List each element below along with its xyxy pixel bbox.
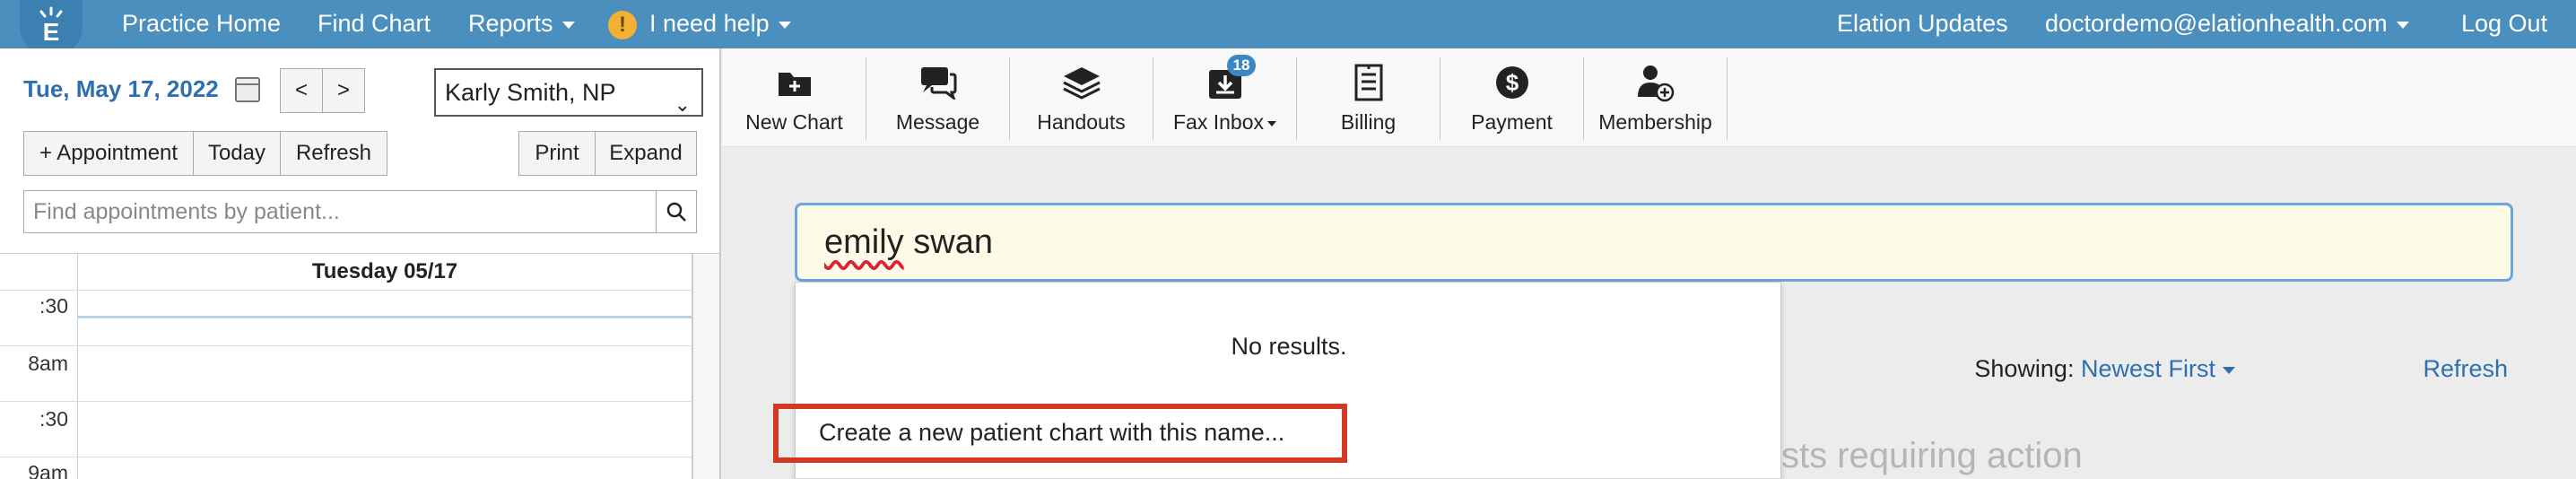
nav-user-menu[interactable]: doctordemo@elationhealth.com bbox=[2045, 0, 2409, 48]
chevron-down-icon: ⌄ bbox=[674, 93, 691, 116]
time-slot[interactable] bbox=[77, 457, 692, 479]
handouts-button[interactable]: Handouts bbox=[1010, 57, 1153, 140]
fax-count-badge: 18 bbox=[1226, 55, 1257, 76]
time-slot-row: 9am bbox=[0, 457, 692, 479]
no-results-message: No results. bbox=[1231, 333, 1347, 360]
time-label: :30 bbox=[39, 407, 68, 431]
svg-text:E: E bbox=[43, 18, 60, 44]
current-date-link[interactable]: Tue, May 17, 2022 bbox=[23, 75, 219, 103]
background-heading: sts requiring action bbox=[1781, 436, 2083, 475]
membership-label: Membership bbox=[1598, 110, 1712, 134]
add-appointment-button[interactable]: + Appointment bbox=[23, 131, 194, 176]
search-text-misspelled: emily bbox=[824, 223, 904, 261]
next-day-button[interactable]: > bbox=[322, 68, 365, 113]
showing-label: Showing: bbox=[1974, 355, 2075, 382]
print-button[interactable]: Print bbox=[518, 131, 596, 176]
appointment-search-input[interactable]: Find appointments by patient... bbox=[23, 190, 657, 233]
fax-inbox-text: Fax Inbox bbox=[1173, 110, 1264, 134]
message-button[interactable]: Message bbox=[866, 57, 1010, 140]
sort-value[interactable]: Newest First bbox=[2081, 355, 2215, 382]
refresh-schedule-button[interactable]: Refresh bbox=[280, 131, 387, 176]
nav-logout[interactable]: Log Out bbox=[2461, 0, 2547, 48]
user-plus-icon bbox=[1636, 62, 1675, 103]
time-slot[interactable] bbox=[77, 402, 692, 457]
billing-label: Billing bbox=[1340, 110, 1397, 134]
search-icon bbox=[666, 202, 686, 222]
chevron-down-icon bbox=[561, 21, 575, 29]
chevron-down-icon bbox=[2396, 21, 2409, 29]
top-nav: E Practice Home Find Chart Reports ! I ne… bbox=[0, 0, 2576, 57]
chevron-down-icon bbox=[2223, 366, 2235, 374]
current-time-line bbox=[78, 316, 692, 318]
nav-find-chart[interactable]: Find Chart bbox=[318, 0, 431, 48]
membership-button[interactable]: Membership bbox=[1584, 57, 1727, 140]
provider-select-value: Karly Smith, NP bbox=[445, 79, 616, 106]
time-slot[interactable] bbox=[77, 346, 692, 402]
billing-button[interactable]: Billing bbox=[1297, 57, 1440, 140]
time-slot[interactable] bbox=[77, 291, 692, 346]
message-icon bbox=[919, 62, 957, 103]
bill-document-icon bbox=[1353, 62, 1385, 103]
stack-icon bbox=[1062, 62, 1101, 103]
scheduler-panel: Tue, May 17, 2022 < > Karly Smith, NP ⌄ … bbox=[0, 48, 721, 479]
time-slot-row: 8am bbox=[0, 345, 692, 402]
payment-label: Payment bbox=[1471, 110, 1553, 134]
nav-reports[interactable]: Reports bbox=[468, 0, 575, 48]
chevron-down-icon bbox=[1267, 120, 1276, 126]
dollar-circle-icon: $ bbox=[1494, 62, 1530, 103]
svg-text:$: $ bbox=[1505, 69, 1519, 96]
nav-elation-updates[interactable]: Elation Updates bbox=[1837, 0, 2008, 48]
time-slot-row: :30 bbox=[0, 401, 692, 457]
nav-practice-home[interactable]: Practice Home bbox=[122, 0, 281, 48]
new-chart-button[interactable]: New Chart bbox=[723, 57, 866, 140]
nav-help-label: I need help bbox=[649, 10, 770, 37]
fax-inbox-label: Fax Inbox bbox=[1173, 110, 1276, 135]
sort-control[interactable]: Showing: Newest First bbox=[1974, 355, 2235, 383]
prev-day-button[interactable]: < bbox=[280, 68, 323, 113]
action-toolbar: New Chart Message Handouts 18 Fax Inbox … bbox=[723, 48, 2576, 147]
today-button[interactable]: Today bbox=[193, 131, 281, 176]
search-text: swan bbox=[903, 223, 993, 261]
folder-plus-icon bbox=[777, 62, 813, 103]
expand-button[interactable]: Expand bbox=[595, 131, 697, 176]
calendar-grid: Tuesday 05/17 :30 8am :30 9am bbox=[0, 253, 719, 479]
user-email: doctordemo@elationhealth.com bbox=[2045, 10, 2388, 37]
highlight-annotation-box bbox=[773, 404, 1347, 463]
fax-inbox-button[interactable]: 18 Fax Inbox bbox=[1153, 55, 1297, 140]
new-chart-label: New Chart bbox=[745, 110, 843, 134]
search-button[interactable] bbox=[656, 190, 697, 233]
provider-select[interactable]: Karly Smith, NP ⌄ bbox=[434, 68, 703, 117]
warning-icon: ! bbox=[608, 10, 637, 39]
nav-reports-label: Reports bbox=[468, 10, 553, 37]
time-label: :30 bbox=[39, 294, 68, 318]
chevron-down-icon bbox=[778, 21, 791, 29]
scrollbar[interactable] bbox=[692, 254, 719, 479]
refresh-link[interactable]: Refresh bbox=[2423, 355, 2508, 383]
time-slot-row: :30 bbox=[0, 290, 692, 346]
handouts-label: Handouts bbox=[1037, 110, 1126, 134]
main-content: sts requiring action Showing: Newest Fir… bbox=[723, 147, 2576, 479]
calendar-day-header: Tuesday 05/17 bbox=[77, 254, 692, 290]
patient-search-input[interactable]: emily swan bbox=[795, 203, 2513, 282]
inbox-download-icon: 18 bbox=[1207, 55, 1257, 103]
nav-help[interactable]: ! I need help bbox=[608, 0, 791, 48]
time-label: 8am bbox=[28, 352, 68, 375]
payment-button[interactable]: $ Payment bbox=[1440, 57, 1584, 140]
calendar-icon[interactable] bbox=[235, 77, 260, 102]
message-label: Message bbox=[895, 110, 980, 134]
time-label: 9am bbox=[28, 461, 68, 479]
